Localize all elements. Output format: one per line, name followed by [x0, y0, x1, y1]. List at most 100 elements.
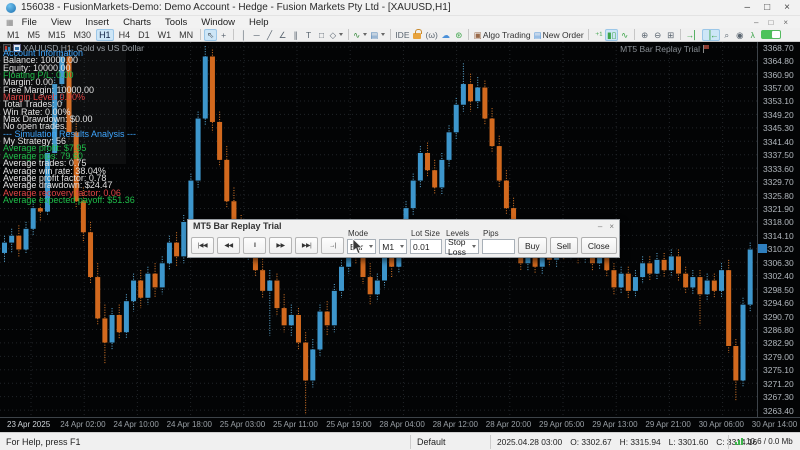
- line-chart-button[interactable]: ∿: [618, 29, 631, 41]
- cursor-tool-button[interactable]: ⇖: [204, 28, 218, 41]
- child-close-button[interactable]: ×: [783, 18, 788, 27]
- profile-selector[interactable]: Default: [410, 434, 490, 449]
- candle-bullish: [632, 277, 638, 291]
- equidistant-channel-tool-button[interactable]: ∥: [289, 29, 302, 41]
- menu-item-tools[interactable]: Tools: [165, 17, 187, 28]
- ide-button[interactable]: IDE: [394, 29, 411, 41]
- candle-chart-button[interactable]: ▮▯: [605, 28, 619, 41]
- candle-bullish: [288, 314, 294, 326]
- menu-item-charts[interactable]: Charts: [123, 17, 151, 28]
- timeframe-button-m15[interactable]: M15: [45, 29, 70, 41]
- fast-forward-button[interactable]: ▶▶: [269, 237, 292, 254]
- child-restore-button[interactable]: □: [768, 18, 773, 27]
- dialog-title: MT5 Bar Replay Trial: [193, 221, 282, 231]
- trendline-tool-button[interactable]: ╱: [263, 29, 276, 41]
- levels-select[interactable]: Stop Loss: [445, 237, 479, 257]
- price-scale[interactable]: 3368.70 3364.80 3360.90 3357.00 3353.10 3349.…: [757, 42, 800, 417]
- buy-button[interactable]: Buy: [518, 237, 547, 254]
- traffic-label: 10.6 / 0.0 Mb: [746, 437, 793, 446]
- zoom-in-button[interactable]: ⊕: [638, 29, 651, 41]
- candle-bearish: [116, 314, 122, 333]
- go-to-end-button[interactable]: ▶▶|: [295, 237, 318, 254]
- community-icon-button[interactable]: ⊛: [452, 29, 465, 41]
- candle-bearish: [295, 314, 301, 343]
- timeframe-button-mn[interactable]: MN: [176, 29, 197, 41]
- price-label: 3337.50: [763, 150, 794, 161]
- lock-icon[interactable]: [411, 29, 424, 41]
- go-to-start-button[interactable]: |◀◀: [191, 237, 214, 254]
- crosshair-tool-button[interactable]: +: [217, 29, 230, 41]
- cloud-icon-button[interactable]: ☁: [439, 29, 452, 41]
- angle-trendline-tool-button[interactable]: ∠: [276, 29, 289, 41]
- pips-input[interactable]: [482, 239, 515, 254]
- candle-chart-button-glyph: ▮▯: [607, 29, 617, 40]
- step-forward-button[interactable]: →|: [321, 237, 344, 254]
- new-order-button[interactable]: ▤ New Order: [532, 29, 585, 41]
- tick-chart-button[interactable]: ⁺¹: [592, 29, 605, 41]
- indicators-menu-button[interactable]: ∿: [352, 29, 369, 41]
- candle-bearish: [625, 273, 631, 291]
- dialog-close-button[interactable]: ×: [609, 222, 614, 231]
- horizontal-line-tool-button[interactable]: ─: [250, 29, 263, 41]
- algo-trading-button[interactable]: ▣ Algo Trading: [472, 29, 532, 41]
- timeframe-button-d1[interactable]: D1: [135, 29, 154, 41]
- virtual-hosting-button-glyph: (ω): [425, 29, 438, 40]
- sell-button[interactable]: Sell: [549, 237, 578, 254]
- close-button-dialog[interactable]: Close: [580, 237, 617, 254]
- maximize-button[interactable]: □: [764, 2, 770, 13]
- connection-status[interactable]: 10.6 / 0.0 Mb: [728, 434, 800, 449]
- time-scale[interactable]: 23 Apr 2025 24 Apr 02:00 24 Apr 10:00 24 Ap…: [0, 417, 800, 432]
- mode-label: Mode: [348, 229, 369, 238]
- help-about-button[interactable]: ◉: [733, 29, 746, 41]
- chart-shift-button[interactable]: ▕←: [702, 28, 721, 41]
- help-hint: For Help, press F1: [6, 436, 81, 447]
- menu-item-view[interactable]: View: [51, 17, 71, 28]
- auto-scroll-button[interactable]: →▏: [684, 29, 702, 41]
- hotkey-walker-button[interactable]: λ: [746, 29, 759, 41]
- zoom-out-button[interactable]: ⊖: [651, 29, 664, 41]
- text-tool-button[interactable]: T: [302, 29, 315, 41]
- menu-item-window[interactable]: Window: [201, 17, 235, 28]
- time-label: 25 Apr 03:00: [219, 420, 266, 429]
- templates-menu-button[interactable]: ▤: [369, 29, 387, 41]
- candle-bullish: [195, 118, 201, 181]
- pause-button[interactable]: ‖: [243, 237, 266, 254]
- menu-item-insert[interactable]: Insert: [85, 17, 109, 28]
- virtual-hosting-button[interactable]: (ω): [424, 29, 439, 41]
- shapes-menu-button[interactable]: ◇: [328, 29, 345, 41]
- menu-items: File View Insert Charts Tools Window Help: [22, 17, 754, 28]
- child-minimize-button[interactable]: –: [754, 18, 758, 27]
- bar-replay-dialog[interactable]: MT5 Bar Replay Trial – × |◀◀ ◀◀ ‖ ▶▶ ▶▶| →| M…: [187, 219, 620, 258]
- vertical-line-tool-button[interactable]: │: [237, 29, 250, 41]
- price-label: 3349.20: [763, 109, 794, 120]
- algo-trading-button-glyph: ▣: [473, 29, 482, 40]
- vertical-line-tool-button-glyph: │: [240, 29, 247, 40]
- chevron-down-icon: [381, 33, 386, 36]
- close-button[interactable]: ×: [784, 2, 790, 13]
- candle-bullish: [109, 314, 115, 343]
- menu-item-file[interactable]: File: [22, 17, 37, 28]
- rewind-button[interactable]: ◀◀: [217, 237, 240, 254]
- price-label: 3275.10: [763, 365, 794, 376]
- rectangle-tool-button[interactable]: □: [315, 29, 328, 41]
- timeframe-button-m30[interactable]: M30: [70, 29, 95, 41]
- replay-toggle[interactable]: [759, 29, 782, 41]
- help-about-button-glyph: ◉: [736, 29, 744, 40]
- timeframe-button-m5[interactable]: M5: [24, 29, 44, 41]
- timeframe-button-w1[interactable]: W1: [154, 29, 175, 41]
- toolbar-separator: [680, 29, 682, 40]
- menu-item-help[interactable]: Help: [249, 17, 269, 28]
- new-order-button-glyph: ▤: [533, 29, 542, 40]
- lot-size-input[interactable]: [410, 239, 443, 254]
- tile-windows-button[interactable]: ⊞: [664, 29, 677, 41]
- overlay-line: Average expected payoff: $51.36: [3, 194, 135, 205]
- minimize-button[interactable]: –: [745, 2, 751, 13]
- time-label: 30 Apr 06:00: [698, 420, 744, 429]
- timeframe-button-h4[interactable]: H4: [115, 29, 134, 41]
- timeframe-select[interactable]: M1: [379, 239, 408, 254]
- dialog-minimize-button[interactable]: –: [598, 222, 602, 231]
- timeframe-button-h1[interactable]: H1: [95, 28, 115, 41]
- candle-bullish: [145, 273, 151, 298]
- timeframe-button-m1[interactable]: M1: [4, 29, 24, 41]
- search-icon-button[interactable]: ⌕: [720, 29, 733, 41]
